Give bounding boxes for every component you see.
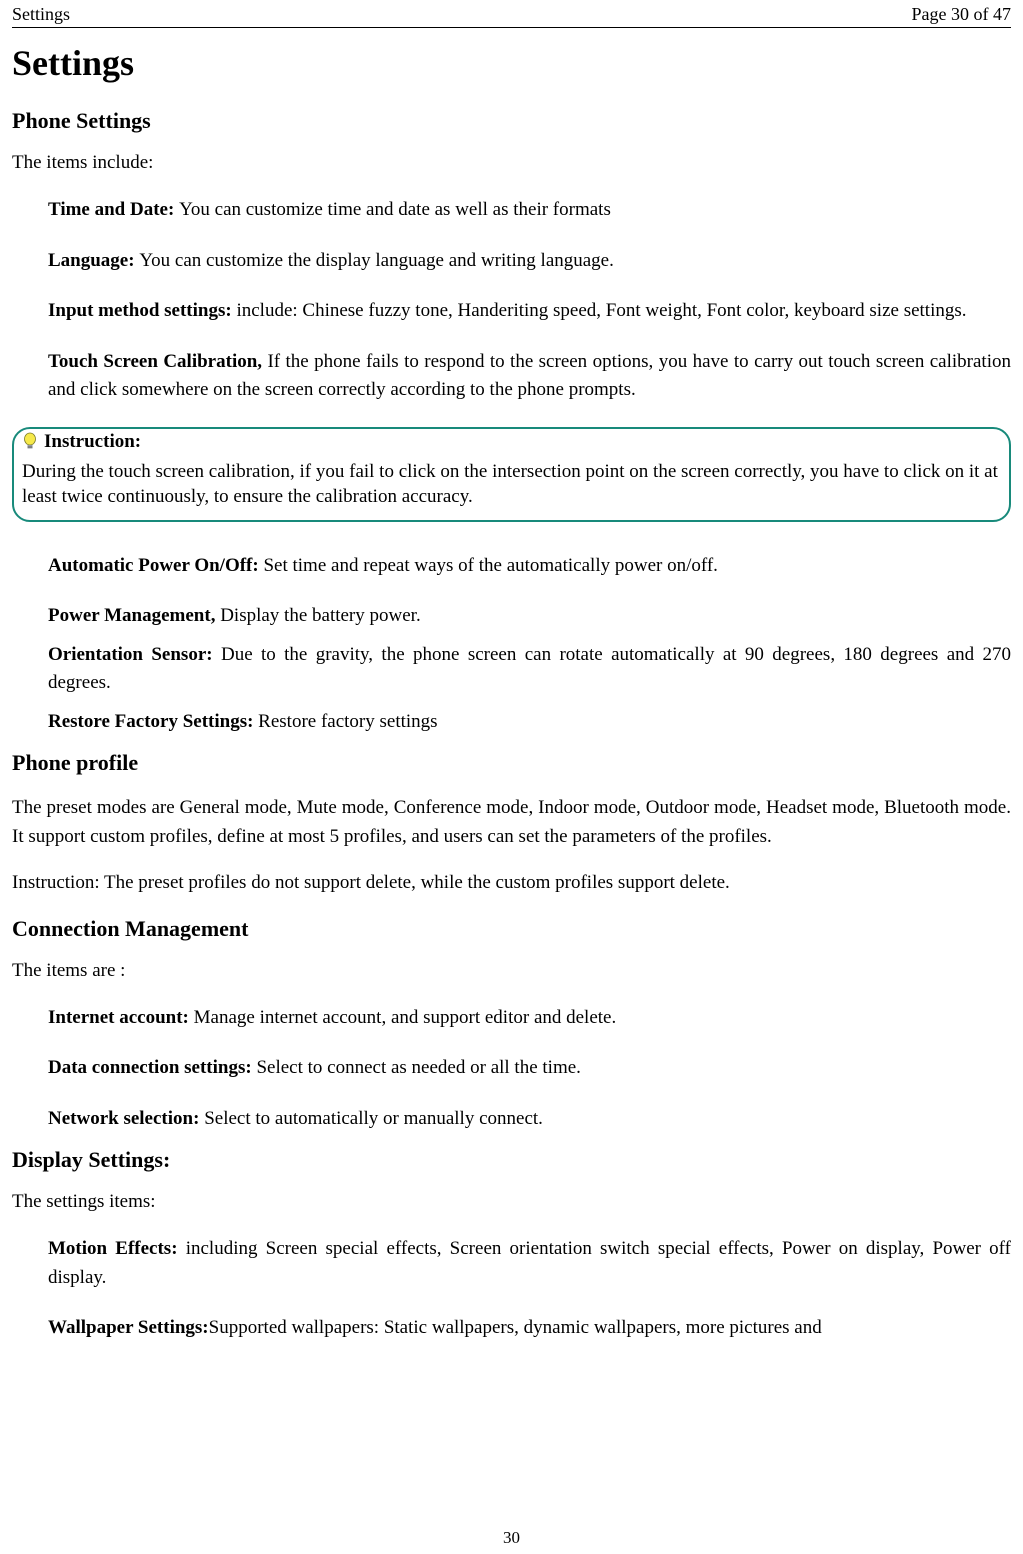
item-language: Language: You can customize the display … [48,247,1011,276]
section-connection: Connection Management [12,916,1011,942]
instruction-body: During the touch screen calibration, if … [22,459,1001,510]
item-power-mgmt: Power Management, Display the battery po… [48,602,1011,631]
phone-settings-intro: The items include: [12,152,1011,174]
phone-profile-p1: The preset modes are General mode, Mute … [12,794,1011,851]
item-text: Display the battery power. [220,605,421,626]
item-text: include: Chinese fuzzy tone, Handeriting… [236,300,966,321]
section-display: Display Settings: [12,1147,1011,1173]
item-label: Internet account: [48,1007,194,1028]
item-label: Motion Effects: [48,1238,186,1259]
section-phone-profile: Phone profile [12,750,1011,776]
item-label: Input method settings: [48,300,236,321]
item-data-connection: Data connection settings: Select to conn… [48,1054,1011,1083]
item-label: Orientation Sensor: [48,644,221,665]
connection-intro: The items are : [12,960,1011,982]
item-text: You can customize time and date as well … [179,199,611,220]
instruction-callout: Instruction: During the touch screen cal… [12,427,1011,522]
header-left: Settings [12,4,70,25]
phone-profile-p2: Instruction: The preset profiles do not … [12,869,1011,898]
item-label: Network selection: [48,1108,204,1129]
item-network-selection: Network selection: Select to automatical… [48,1105,1011,1134]
item-text: Manage internet account, and support edi… [194,1007,617,1028]
item-label: Wallpaper Settings: [48,1317,209,1338]
item-text: including Screen special effects, Screen… [48,1238,1011,1288]
item-label: Touch Screen Calibration, [48,351,267,372]
item-text: Select to connect as needed or all the t… [256,1057,580,1078]
item-text: Select to automatically or manually conn… [204,1108,543,1129]
item-motion-effects: Motion Effects: including Screen special… [48,1235,1011,1292]
display-intro: The settings items: [12,1191,1011,1213]
lightbulb-icon [22,432,38,452]
item-restore-factory: Restore Factory Settings: Restore factor… [48,708,1011,737]
item-label: Power Management, [48,605,220,626]
item-label: Restore Factory Settings: [48,711,258,732]
item-text: Restore factory settings [258,711,437,732]
header-right: Page 30 of 47 [912,4,1011,25]
item-text: Supported wallpapers: Static wallpapers,… [209,1317,822,1338]
item-label: Data connection settings: [48,1057,256,1078]
item-internet-account: Internet account: Manage internet accoun… [48,1004,1011,1033]
item-label: Language: [48,250,139,271]
page-title: Settings [12,42,1011,84]
section-phone-settings: Phone Settings [12,108,1011,134]
item-auto-power: Automatic Power On/Off: Set time and rep… [48,552,1011,581]
item-text: Set time and repeat ways of the automati… [263,555,717,576]
item-touch-calibration: Touch Screen Calibration, If the phone f… [48,348,1011,405]
item-label: Automatic Power On/Off: [48,555,263,576]
item-label: Time and Date: [48,199,179,220]
page-header: Settings Page 30 of 47 [12,4,1011,28]
item-orientation: Orientation Sensor: Due to the gravity, … [48,641,1011,698]
item-wallpaper: Wallpaper Settings:Supported wallpapers:… [48,1314,1011,1343]
item-text: You can customize the display language a… [139,250,614,271]
item-time-date: Time and Date: You can customize time an… [48,196,1011,225]
instruction-header: Instruction: [22,431,1001,453]
footer-page-number: 30 [0,1528,1023,1548]
instruction-title: Instruction: [44,431,141,453]
item-input-method: Input method settings: include: Chinese … [48,297,1011,326]
